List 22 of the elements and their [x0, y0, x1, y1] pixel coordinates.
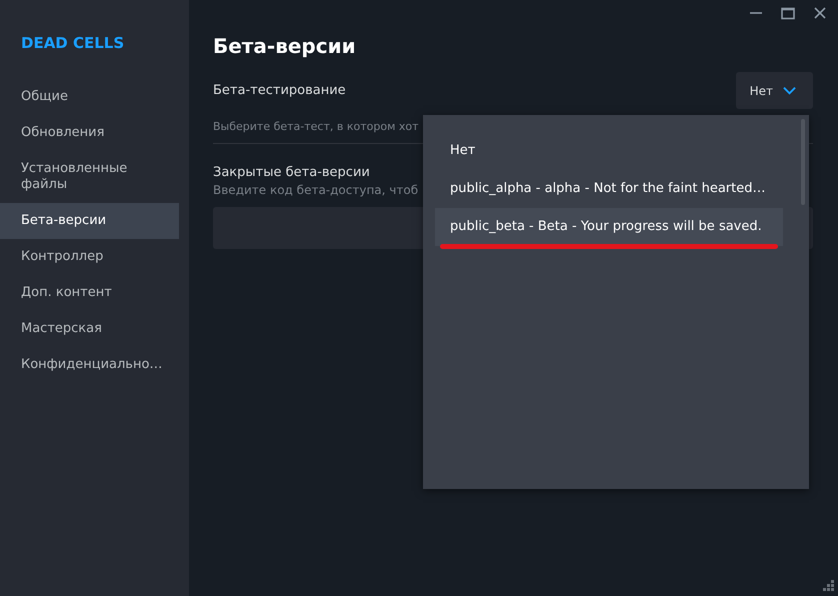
- sidebar-item[interactable]: Установленные файлы: [0, 151, 179, 203]
- sidebar-item[interactable]: Мастерская: [0, 311, 179, 347]
- chevron-down-icon: [783, 86, 796, 95]
- maximize-icon[interactable]: [780, 6, 796, 20]
- page-title: Бета-версии: [213, 34, 357, 58]
- setting-label: Бета-тестирование: [213, 83, 346, 98]
- setting-description: Введите код бета-доступа, чтоб: [213, 183, 418, 197]
- dropdown-option[interactable]: public_alpha - alpha - Not for the faint hearted…: [435, 170, 783, 208]
- setting-description: Выберите бета-тест, в котором хот: [213, 120, 419, 133]
- sidebar-item[interactable]: Конфиденциально…: [0, 347, 179, 383]
- dropdown-option[interactable]: public_beta - Beta - Your progress will be saved.: [435, 208, 783, 246]
- close-icon[interactable]: [812, 6, 828, 20]
- sidebar-item[interactable]: Бета-версии: [0, 203, 179, 239]
- sidebar-item[interactable]: Общие: [0, 79, 179, 115]
- dropdown-option[interactable]: Нет: [435, 132, 783, 170]
- resize-grip-icon[interactable]: [822, 580, 834, 592]
- setting-label: Закрытые бета-версии: [213, 165, 371, 180]
- sidebar-item[interactable]: Обновления: [0, 115, 179, 151]
- beta-dropdown[interactable]: Нет: [736, 72, 813, 109]
- game-title: DEAD CELLS: [20, 34, 126, 52]
- sidebar-item[interactable]: Контроллер: [0, 239, 179, 275]
- sidebar-item[interactable]: Доп. контент: [0, 275, 179, 311]
